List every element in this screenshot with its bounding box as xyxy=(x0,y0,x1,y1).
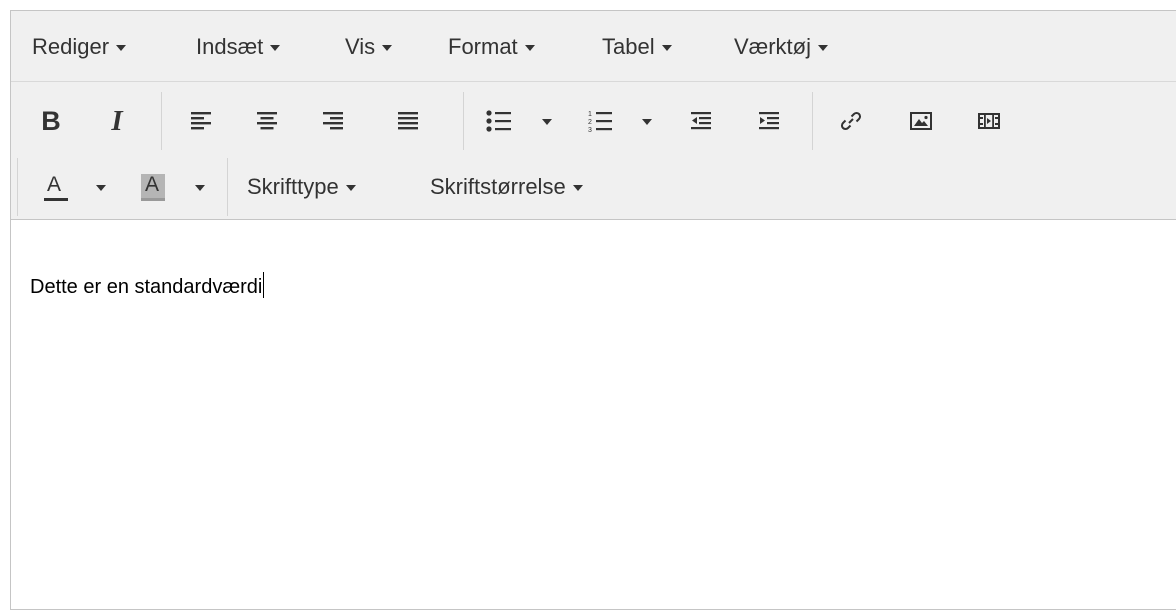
menu-vaerktoej[interactable]: Værktøj xyxy=(734,11,828,82)
svg-text:1: 1 xyxy=(588,111,592,118)
bullet-list-dropdown[interactable] xyxy=(537,88,557,154)
menu-label: Værktøj xyxy=(734,33,811,59)
caret-down-icon xyxy=(270,44,281,51)
insert-image-button[interactable] xyxy=(899,88,943,154)
font-color-dropdown[interactable] xyxy=(91,154,111,220)
numbered-list-button[interactable]: 1 2 3 xyxy=(578,88,622,154)
italic-button[interactable]: I xyxy=(95,88,139,154)
toolbar-separator xyxy=(463,92,464,150)
menu-vis[interactable]: Vis xyxy=(345,11,393,82)
font-color-button[interactable]: A xyxy=(31,154,81,220)
editor-content-area[interactable]: Dette er en standardværdi xyxy=(11,220,1176,609)
font-family-dropdown[interactable]: Skrifttype xyxy=(247,154,407,220)
media-icon xyxy=(978,113,1000,129)
numbered-list-dropdown[interactable] xyxy=(637,88,657,154)
background-color-dropdown[interactable] xyxy=(190,154,210,220)
menu-label: Vis xyxy=(345,33,376,59)
caret-down-icon xyxy=(572,185,583,191)
caret-down-icon xyxy=(542,119,552,125)
font-color-icon: A xyxy=(44,172,68,202)
menu-label: Indsæt xyxy=(196,33,264,59)
caret-down-icon xyxy=(96,185,106,191)
menubar: Rediger Indsæt Vis Format Tabel Værktøj xyxy=(11,11,1176,82)
toolbar-row-formatting: B I 1 2 3 xyxy=(11,88,1176,154)
font-size-label: Skriftstørrelse xyxy=(430,174,566,199)
align-justify-button[interactable] xyxy=(386,88,430,154)
toolbar-row-fonts: A A Skrifttype Skriftstørrelse xyxy=(11,154,1176,220)
outdent-icon xyxy=(691,112,711,130)
background-color-icon: A xyxy=(141,172,165,202)
indent-button[interactable] xyxy=(747,88,791,154)
caret-down-icon xyxy=(818,44,828,51)
menu-rediger[interactable]: Rediger xyxy=(32,11,127,82)
caret-down-icon xyxy=(642,119,652,125)
indent-icon xyxy=(759,112,779,130)
svg-text:2: 2 xyxy=(588,119,592,126)
align-left-button[interactable] xyxy=(179,88,223,154)
toolbar: B I 1 2 3 A A Skrifttype Skriftstørrelse xyxy=(11,82,1176,220)
toolbar-separator xyxy=(812,92,813,150)
toolbar-separator xyxy=(17,158,18,216)
align-left-icon xyxy=(191,112,211,130)
svg-text:3: 3 xyxy=(588,127,592,133)
link-icon xyxy=(840,111,862,131)
bullet-list-icon xyxy=(486,110,511,132)
align-justify-icon xyxy=(398,112,418,130)
text-cursor xyxy=(263,272,265,298)
image-icon xyxy=(910,112,932,130)
caret-down-icon xyxy=(524,44,535,51)
menu-label: Format xyxy=(448,33,518,59)
bullet-list-button[interactable] xyxy=(477,88,521,154)
editor-paragraph[interactable]: Dette er en standardværdi xyxy=(30,272,265,299)
align-center-icon xyxy=(257,112,277,130)
font-size-dropdown[interactable]: Skriftstørrelse xyxy=(430,154,640,220)
menu-label: Rediger xyxy=(32,33,110,59)
caret-down-icon xyxy=(345,185,356,191)
caret-down-icon xyxy=(195,185,205,191)
caret-down-icon xyxy=(382,44,393,51)
italic-icon: I xyxy=(111,104,123,137)
align-right-button[interactable] xyxy=(311,88,355,154)
editor-text: Dette er en standardværdi xyxy=(30,276,263,298)
caret-down-icon xyxy=(661,44,672,51)
menu-format[interactable]: Format xyxy=(448,11,535,82)
numbered-list-icon: 1 2 3 xyxy=(588,111,612,133)
insert-link-button[interactable] xyxy=(829,88,873,154)
font-family-label: Skrifttype xyxy=(247,174,339,199)
menu-tabel[interactable]: Tabel xyxy=(602,11,672,82)
toolbar-separator xyxy=(227,158,228,216)
background-color-button[interactable]: A xyxy=(131,154,175,220)
align-right-icon xyxy=(323,112,343,130)
bold-icon: B xyxy=(41,105,61,136)
caret-down-icon xyxy=(116,44,127,51)
insert-media-button[interactable] xyxy=(967,88,1011,154)
outdent-button[interactable] xyxy=(679,88,723,154)
menu-indsaet[interactable]: Indsæt xyxy=(196,11,281,82)
toolbar-separator xyxy=(161,92,162,150)
align-center-button[interactable] xyxy=(245,88,289,154)
bold-button[interactable]: B xyxy=(29,88,73,154)
menu-label: Tabel xyxy=(602,33,655,59)
rich-text-editor: Rediger Indsæt Vis Format Tabel Værktøj xyxy=(10,10,1176,610)
